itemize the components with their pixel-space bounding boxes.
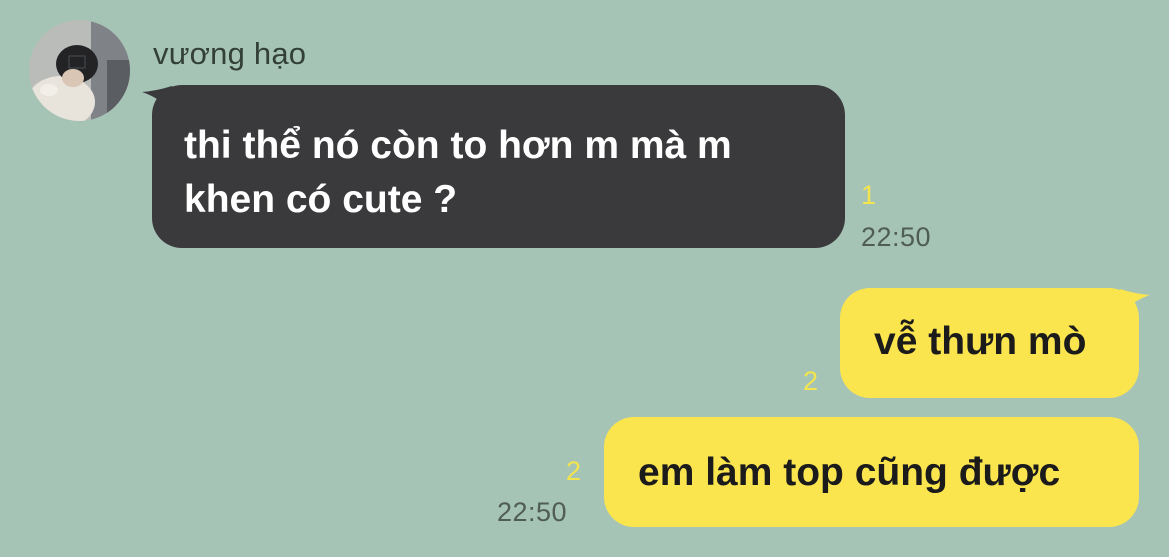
message-time: 22:50	[497, 497, 568, 527]
message-time: 22:50	[861, 222, 932, 252]
avatar-photo	[29, 20, 130, 121]
outgoing-bubble-tail	[1120, 289, 1150, 315]
outgoing-message-text: em làm top cũng được	[638, 451, 1061, 494]
outgoing-message-text: vễ thưn mò	[874, 320, 1087, 363]
outgoing-message-bubble[interactable]: vễ thưn mò	[840, 288, 1139, 398]
incoming-message-line: thi thể nó còn to hơn m mà m	[184, 124, 732, 167]
sender-name: vương hạo	[153, 36, 307, 71]
unread-count: 2	[566, 456, 582, 486]
unread-count: 2	[803, 366, 819, 396]
sender-avatar[interactable]	[29, 20, 130, 121]
unread-count: 1	[861, 180, 877, 210]
outgoing-message-bubble[interactable]: em làm top cũng được	[604, 417, 1139, 527]
incoming-message-bubble[interactable]: thi thể nó còn to hơn m mà m khen có cut…	[152, 85, 845, 248]
incoming-message-line: khen có cute ?	[184, 178, 458, 221]
